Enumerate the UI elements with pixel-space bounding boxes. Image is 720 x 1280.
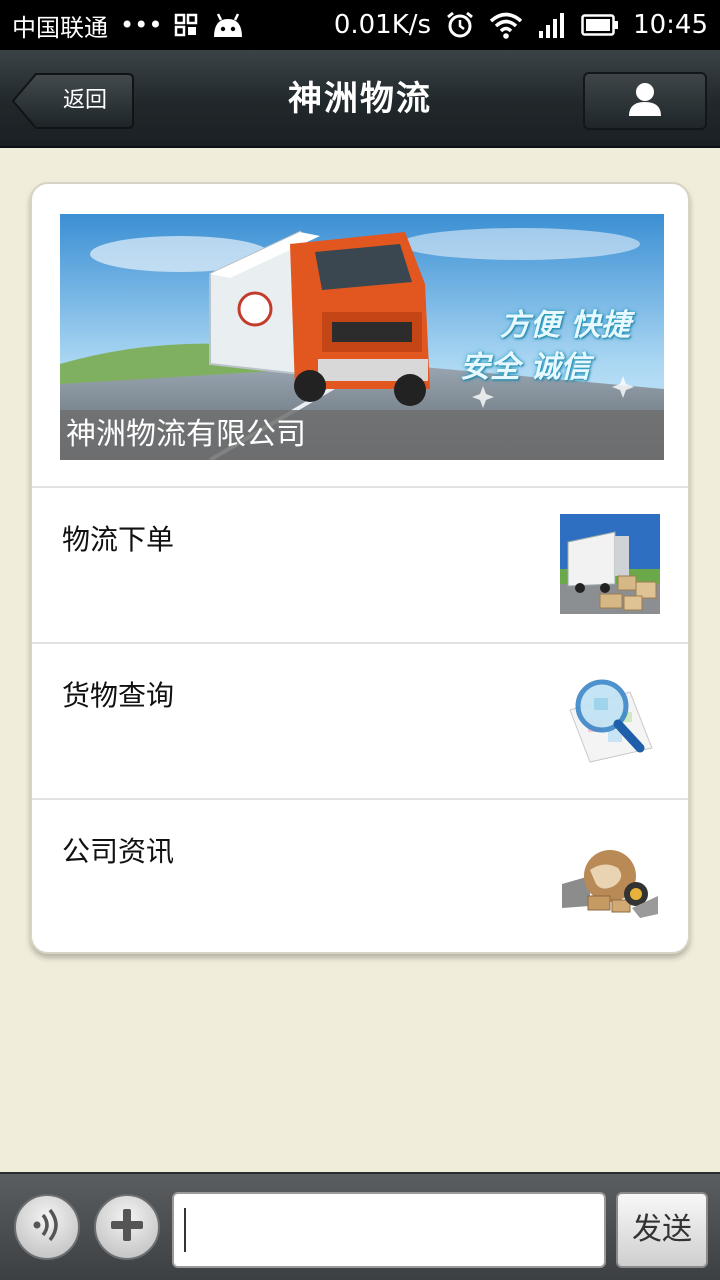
menu-item-order[interactable]: 物流下单 xyxy=(32,488,688,642)
more-dots: ••• xyxy=(120,11,163,39)
company-banner[interactable]: 方便 快捷 安全 诚信 神洲物流有限公司 xyxy=(60,214,664,460)
status-bar-left: 中国联通 ••• xyxy=(12,0,246,50)
content-card: 方便 快捷 安全 诚信 神洲物流有限公司 物流下单 货物查询 公司资讯 xyxy=(30,182,690,954)
menu-item-label: 货物查询 xyxy=(62,679,175,712)
person-icon xyxy=(626,80,664,122)
voice-icon xyxy=(27,1205,67,1249)
alarm-icon xyxy=(445,10,475,40)
banner-slogan-2: 安全 诚信 xyxy=(460,350,591,385)
android-icon xyxy=(210,11,246,39)
status-bar-right: 0.01K/s 10:45 xyxy=(334,0,708,50)
title-bar: 神洲物流 返回 xyxy=(0,50,720,148)
wifi-icon xyxy=(489,11,523,39)
banner-caption: 神洲物流有限公司 xyxy=(60,410,664,460)
back-button[interactable]: 返回 xyxy=(12,72,134,130)
banner-slogan-1: 方便 快捷 xyxy=(500,308,631,343)
menu-item-company-news[interactable]: 公司资讯 xyxy=(32,800,688,952)
network-speed: 0.01K/s xyxy=(333,10,432,40)
battery-icon xyxy=(581,13,619,37)
menu-item-label: 物流下单 xyxy=(62,523,175,556)
text-cursor xyxy=(184,1208,186,1252)
plus-button[interactable] xyxy=(94,1194,160,1260)
profile-button[interactable] xyxy=(583,72,707,130)
menu-item-cargo-query[interactable]: 货物查询 xyxy=(32,644,688,798)
magnifier-map-thumbnail xyxy=(569,679,653,763)
status-bar: 中国联通 ••• 0.01K/s 10:45 xyxy=(0,0,720,50)
voice-button[interactable] xyxy=(14,1194,80,1260)
back-button-label: 返回 xyxy=(62,88,107,113)
signal-icon xyxy=(537,11,567,39)
truck-boxes-thumbnail xyxy=(560,514,660,614)
carrier-name: 中国联通 xyxy=(12,13,108,42)
message-input-bar: 发送 xyxy=(0,1172,720,1280)
clock: 10:45 xyxy=(633,10,708,40)
menu-item-label: 公司资讯 xyxy=(62,835,175,868)
plus-icon xyxy=(107,1205,147,1249)
message-input[interactable] xyxy=(172,1192,606,1268)
send-button[interactable]: 发送 xyxy=(616,1192,708,1268)
globe-logistics-thumbnail xyxy=(560,826,660,926)
grid-icon xyxy=(174,13,198,37)
